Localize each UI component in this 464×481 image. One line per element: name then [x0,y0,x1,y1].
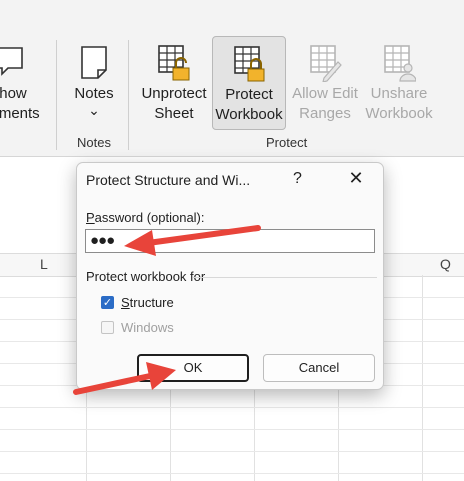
dialog-title: Protect Structure and Wi... [86,172,251,188]
sheet-unlock-icon [157,44,191,82]
structure-label-text: tructure [129,295,174,310]
password-access-key: P [86,210,95,225]
structure-access-key: S [121,295,130,310]
unprotect-sheet-button[interactable]: Unprotect Sheet [138,36,210,130]
protect-structure-dialog: Protect Structure and Wi... ? ✕ Password… [76,162,384,390]
structure-option[interactable]: ✓ Structure [101,295,174,310]
unshare-workbook-button[interactable]: Unshare Workbook [362,36,436,130]
grid-line [0,473,464,474]
close-button[interactable]: ✕ [345,168,367,189]
windows-option[interactable]: Windows [101,320,174,335]
edit-ranges-icon [308,44,342,83]
notes-button[interactable]: Notes ⌄ [68,36,120,130]
allow-edit-ranges-button[interactable]: Allow Edit Ranges [288,36,362,130]
ribbon-separator [128,40,129,150]
password-label-text: assword (optional): [94,210,205,225]
allow-edit-ranges-label-1: Allow Edit [292,85,358,102]
chevron-down-icon: ⌄ [88,102,100,118]
grid-line [0,429,464,430]
notes-label: Notes [74,85,114,102]
structure-label: Structure [121,295,174,310]
structure-checkbox[interactable]: ✓ [101,296,114,309]
ribbon-review-tab: how mments Notes ⌄ Notes Unprotect Sheet [0,0,464,157]
allow-edit-ranges-label-2: Ranges [299,105,351,122]
windows-checkbox[interactable] [101,321,114,334]
unprotect-sheet-label-2: Sheet [154,105,194,122]
sticky-note-icon [77,44,111,82]
comments-icon [0,44,30,82]
grid-line [0,407,464,408]
unshare-workbook-label-2: Workbook [365,105,433,122]
ok-button[interactable]: OK [137,354,249,382]
protect-workbook-label-1: Protect [225,86,273,103]
group-label-notes: Notes [77,135,111,150]
cancel-button[interactable]: Cancel [263,354,375,382]
protect-workbook-label-2: Workbook [215,106,283,123]
group-label-protect: Protect [266,135,308,150]
protect-workbook-button[interactable]: Protect Workbook [212,36,286,130]
workbook-lock-icon [232,45,266,83]
column-header-l[interactable]: L [40,256,48,272]
password-label: Password (optional): [86,210,205,225]
ribbon-separator [56,40,57,150]
show-comments-button[interactable]: how mments [0,36,48,130]
unshare-workbook-label-1: Unshare [370,85,428,102]
unshare-workbook-icon [382,44,417,82]
protect-workbook-for-label: Protect workbook for [86,269,206,284]
section-divider [193,277,377,278]
unprotect-sheet-label-1: Unprotect [141,85,207,102]
show-comments-label-2: mments [0,105,40,122]
column-header-q[interactable]: Q [440,256,451,272]
windows-label: Windows [121,320,174,335]
grid-line [0,451,464,452]
show-comments-label-1: how [0,85,27,102]
password-input[interactable]: ●●● [85,229,375,253]
help-button[interactable]: ? [293,170,302,188]
